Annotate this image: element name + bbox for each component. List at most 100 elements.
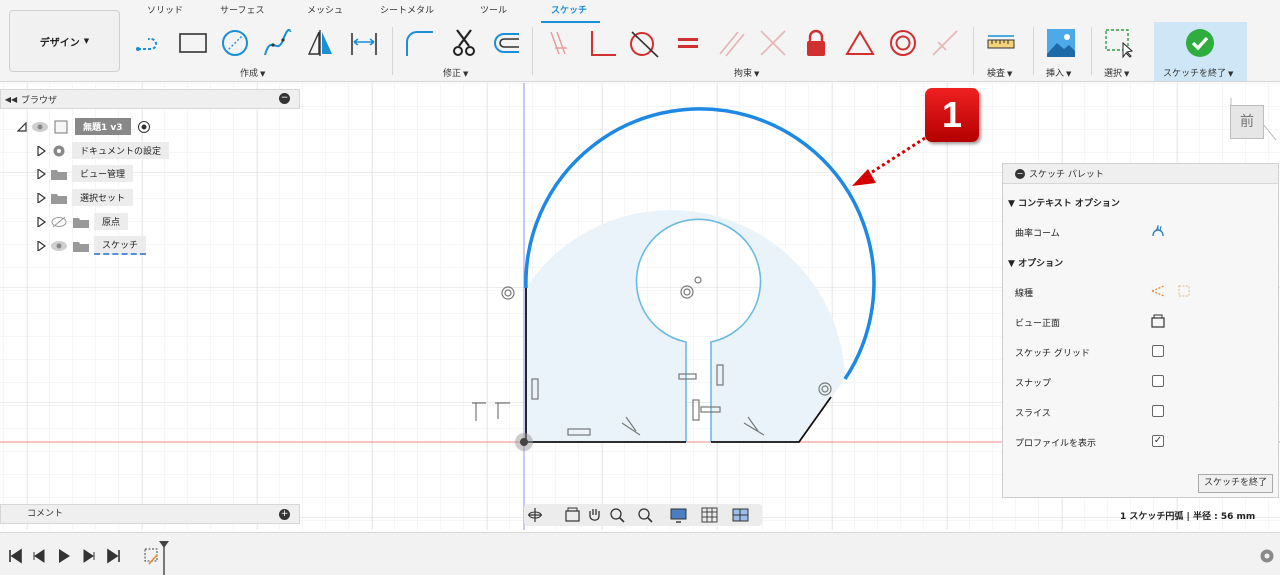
tree-item-label: 原点 <box>94 213 129 230</box>
fix-icon[interactable] <box>801 28 831 58</box>
sketch-palette-header[interactable]: − スケッチ パレット <box>1003 164 1278 184</box>
line-icon[interactable] <box>135 28 165 58</box>
dimension-icon[interactable] <box>349 28 379 58</box>
view-cube-face-label: 前 <box>1240 114 1254 130</box>
eye-icon[interactable] <box>50 239 68 253</box>
collapsed-arrow-icon[interactable] <box>36 240 46 251</box>
comments-title: コメント <box>27 509 64 519</box>
tree-item-origin[interactable]: 原点 <box>36 212 129 231</box>
tab-sheet-metal[interactable]: シートメタル <box>380 3 434 16</box>
go-to-end-icon[interactable] <box>106 548 122 564</box>
separator <box>973 27 974 75</box>
context-options-section[interactable]: ▼ コンテキスト オプション <box>1008 196 1120 209</box>
centerline-icon[interactable] <box>1177 284 1191 298</box>
midpoint-icon[interactable] <box>758 28 788 58</box>
active-radio-icon[interactable] <box>135 120 153 134</box>
checkmark-icon[interactable] <box>1185 28 1215 58</box>
tree-item-label: スケッチ <box>94 236 147 255</box>
options-section[interactable]: ▼ オプション <box>1008 256 1063 269</box>
workspace-switcher[interactable]: デザイン ▼ <box>9 10 120 72</box>
collapsed-arrow-icon[interactable] <box>36 192 46 203</box>
gear-icon[interactable] <box>1259 548 1275 564</box>
tab-surface[interactable]: サーフェス <box>220 3 264 16</box>
viewports-icon[interactable] <box>732 507 749 523</box>
show-profile-label: プロファイルを表示 <box>1015 439 1097 449</box>
tab-mesh[interactable]: メッシュ <box>307 3 343 16</box>
construction-line-icon[interactable] <box>1151 284 1165 298</box>
tree-item-document-settings[interactable]: ドキュメントの設定 <box>36 141 170 160</box>
orbit-icon[interactable] <box>527 507 544 523</box>
collapse-left-icon[interactable]: ◀◀ <box>1 95 21 104</box>
look-at-icon[interactable] <box>564 507 581 523</box>
collapsed-arrow-icon[interactable] <box>36 168 46 179</box>
tab-tools[interactable]: ツール <box>480 3 507 16</box>
tree-item-views[interactable]: ビュー管理 <box>36 164 134 183</box>
triangle-icon[interactable] <box>845 28 875 58</box>
tree-item-sketches[interactable]: スケッチ <box>36 236 147 255</box>
symmetry-icon[interactable] <box>930 28 960 58</box>
group-create[interactable]: 作成 ▼ <box>240 66 265 79</box>
finish-sketch-button[interactable]: スケッチを終了 <box>1198 474 1273 493</box>
group-finish-sketch[interactable]: スケッチを終了 ▼ <box>1163 66 1233 79</box>
browser-panel-header[interactable]: ◀◀ ブラウザ − <box>0 89 300 109</box>
look-at-icon[interactable] <box>1151 314 1165 328</box>
step-forward-icon[interactable] <box>81 548 97 564</box>
circle-icon[interactable] <box>220 28 250 58</box>
spline-icon[interactable] <box>263 28 293 58</box>
show-profile-checkbox[interactable]: ✓ <box>1152 435 1164 447</box>
sketch-palette-title: スケッチ パレット <box>1029 170 1104 180</box>
equal-icon[interactable] <box>673 28 703 58</box>
eye-icon[interactable] <box>31 120 49 134</box>
group-inspect[interactable]: 検査 ▼ <box>987 66 1012 79</box>
tree-root[interactable]: 無題1 v3 <box>17 117 153 136</box>
sketch-grid-checkbox[interactable] <box>1152 345 1164 357</box>
view-cube[interactable]: 前 <box>1230 105 1264 139</box>
minus-icon[interactable]: − <box>1015 168 1025 179</box>
timeline-marker[interactable] <box>158 541 170 575</box>
curvature-comb-label: 曲率コーム <box>1015 229 1060 239</box>
hidden-eye-icon[interactable] <box>50 215 68 229</box>
collapsed-arrow-icon[interactable] <box>36 216 46 227</box>
offset-icon[interactable] <box>491 28 521 58</box>
mirror-icon[interactable] <box>306 28 336 58</box>
play-icon[interactable] <box>56 548 72 564</box>
step-back-icon[interactable] <box>31 548 47 564</box>
sketch-palette: − スケッチ パレット ▼ コンテキスト オプション 曲率コーム ▼ オプション… <box>1002 163 1279 498</box>
plus-icon[interactable]: + <box>279 509 290 520</box>
select-icon[interactable] <box>1104 28 1134 59</box>
separator <box>532 27 533 75</box>
minus-icon[interactable]: − <box>279 93 290 104</box>
grid-settings-icon[interactable] <box>701 507 718 523</box>
parallel-icon[interactable] <box>716 28 746 58</box>
expanded-arrow-icon[interactable] <box>17 121 27 132</box>
coincident-icon[interactable] <box>545 28 575 58</box>
pan-hand-icon[interactable] <box>586 507 603 523</box>
trim-icon[interactable] <box>449 28 479 58</box>
zoom-icon[interactable] <box>609 507 626 523</box>
tree-item-selection-sets[interactable]: 選択セット <box>36 188 134 207</box>
comments-panel-header[interactable]: コメント + <box>0 504 300 524</box>
group-modify[interactable]: 修正 ▼ <box>443 66 468 79</box>
perpendicular-icon[interactable] <box>588 28 618 58</box>
separator <box>1091 27 1092 75</box>
display-settings-icon[interactable] <box>670 507 687 523</box>
tab-sketch[interactable]: スケッチ <box>551 3 587 16</box>
collapsed-arrow-icon[interactable] <box>36 145 46 156</box>
fillet-icon[interactable] <box>405 28 435 58</box>
curvature-comb-icon[interactable] <box>1151 224 1165 238</box>
group-insert[interactable]: 挿入 ▼ <box>1046 66 1071 79</box>
zoom-window-icon[interactable] <box>637 507 654 523</box>
concentric-icon[interactable] <box>888 28 918 58</box>
root-component-name[interactable]: 無題1 v3 <box>75 118 131 135</box>
slice-checkbox[interactable] <box>1152 405 1164 417</box>
measure-icon[interactable] <box>986 28 1016 58</box>
snap-checkbox[interactable] <box>1152 375 1164 387</box>
tab-solid[interactable]: ソリッド <box>147 3 183 16</box>
navigation-toolbar <box>524 504 762 526</box>
insert-image-icon[interactable] <box>1046 28 1076 58</box>
go-to-start-icon[interactable] <box>7 548 23 564</box>
rectangle-icon[interactable] <box>178 28 208 58</box>
group-select[interactable]: 選択 ▼ <box>1104 66 1129 79</box>
tangent-icon[interactable] <box>630 28 660 58</box>
group-constraints[interactable]: 拘束 ▼ <box>734 66 759 79</box>
